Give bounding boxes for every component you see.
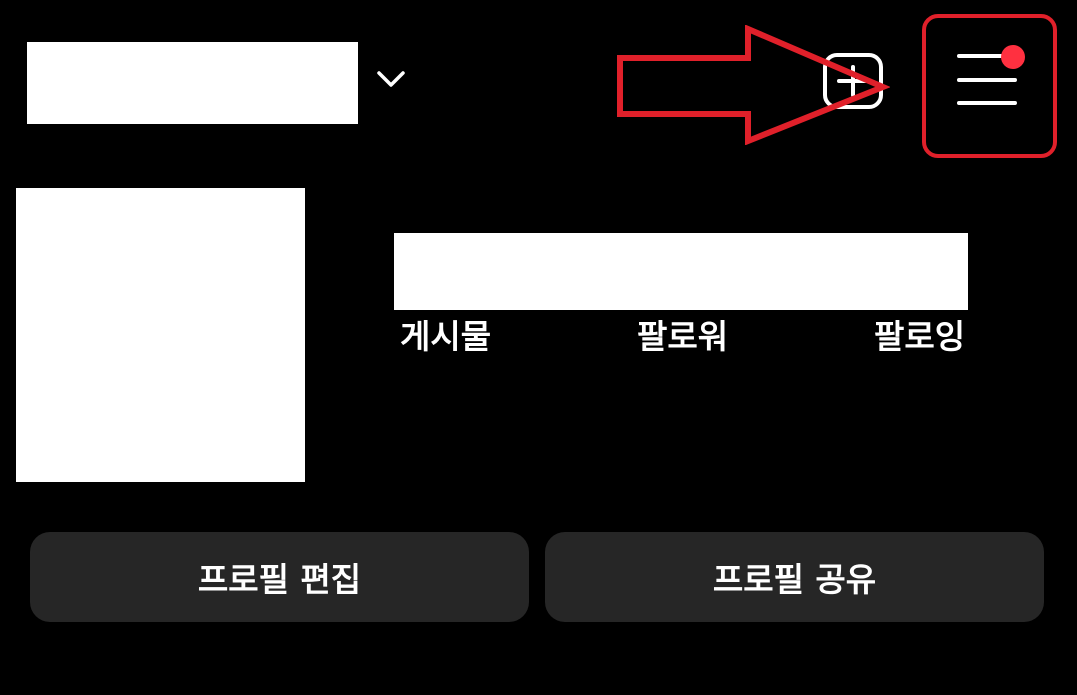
posts-label[interactable]: 게시물 (400, 316, 491, 358)
avatar-redacted[interactable] (16, 188, 305, 482)
chevron-down-icon[interactable] (375, 66, 407, 94)
edit-profile-button[interactable]: 프로필 편집 (30, 532, 529, 622)
stats-values-redacted (394, 233, 968, 310)
share-profile-button[interactable]: 프로필 공유 (545, 532, 1044, 622)
followers-label[interactable]: 팔로워 (637, 316, 728, 358)
plus-square-icon[interactable] (823, 53, 883, 109)
following-label[interactable]: 팔로잉 (874, 316, 965, 358)
username-redacted[interactable] (27, 42, 358, 124)
profile-screen: 게시물 팔로워 팔로잉 프로필 편집 프로필 공유 (0, 0, 1077, 695)
notification-dot (1001, 45, 1025, 69)
